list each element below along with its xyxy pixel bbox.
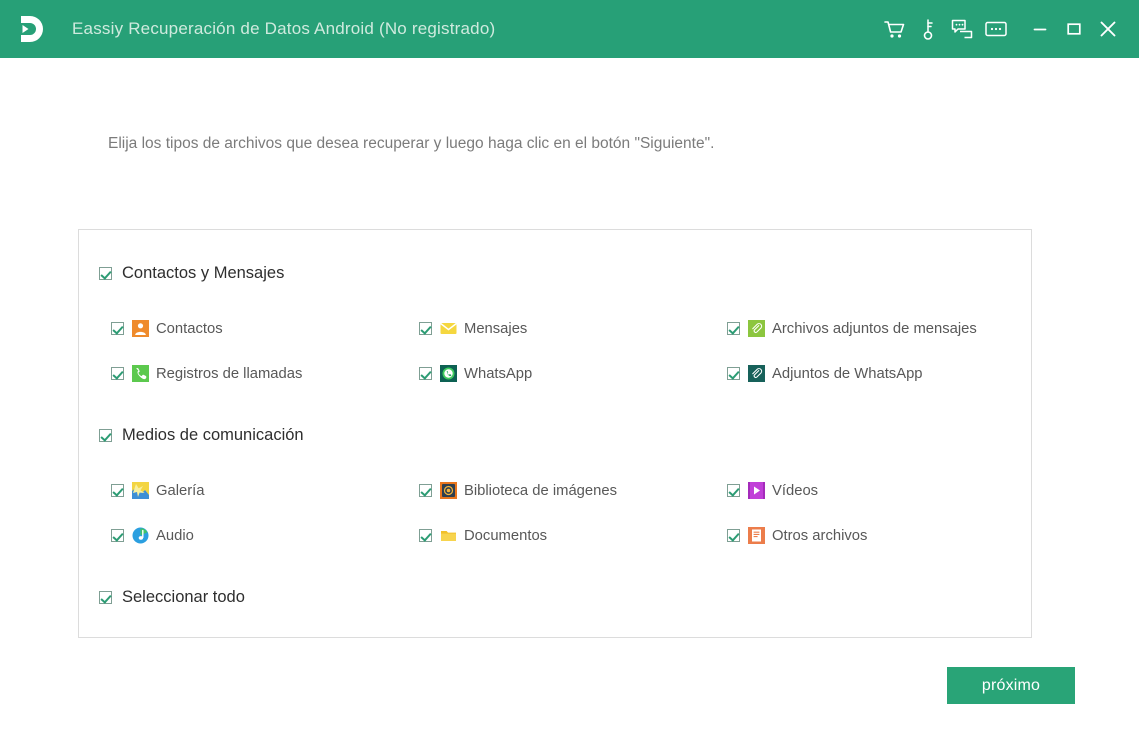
item-label-documents: Documentos [464, 527, 548, 544]
group-checkbox-contacts-and-messages[interactable] [99, 267, 112, 280]
item-label-message-attachments: Archivos adjuntos de mensajes [772, 320, 977, 337]
more-button[interactable] [979, 9, 1013, 49]
cart-icon [883, 20, 905, 39]
item-label-picture-library: Biblioteca de imágenes [464, 482, 617, 499]
checkbox-contacts[interactable] [111, 322, 124, 335]
item-label-whatsapp: WhatsApp [464, 365, 533, 382]
group-label-media: Medios de comunicación [122, 426, 304, 444]
item-label-gallery: Galería [156, 482, 205, 499]
document-icon [748, 527, 765, 544]
item-label-call-logs: Registros de llamadas [156, 365, 303, 382]
whatsapp-icon [440, 365, 457, 382]
photo-lib-icon [440, 482, 457, 499]
group-header-contacts-and-messages[interactable]: Contactos y Mensajes [99, 264, 284, 283]
key-button[interactable] [911, 9, 945, 49]
item-documents[interactable]: Documentos [419, 527, 547, 544]
item-audio[interactable]: Audio [111, 527, 194, 544]
app-title: Eassiy Recuperación de Datos Android (No… [72, 19, 496, 38]
item-videos[interactable]: Vídeos [727, 482, 818, 499]
close-button[interactable] [1091, 9, 1125, 49]
checkbox-whatsapp[interactable] [419, 367, 432, 380]
checkbox-gallery[interactable] [111, 484, 124, 497]
feedback-button[interactable] [945, 9, 979, 49]
file-type-panel: Contactos y Mensajes Contactos Mensajes … [78, 229, 1032, 638]
group-checkbox-media[interactable] [99, 429, 112, 442]
eassiy-logo-icon [13, 12, 47, 46]
checkbox-message-attachments[interactable] [727, 322, 740, 335]
item-whatsapp[interactable]: WhatsApp [419, 365, 532, 382]
gallery-icon [132, 482, 149, 499]
instruction-text: Elija los tipos de archivos que desea re… [108, 135, 715, 152]
checkbox-documents[interactable] [419, 529, 432, 542]
item-label-audio: Audio [156, 527, 194, 544]
minimize-button[interactable] [1023, 9, 1057, 49]
key-icon [920, 18, 936, 40]
item-label-contacts: Contactos [156, 320, 223, 337]
checkbox-other-files[interactable] [727, 529, 740, 542]
item-picture-library[interactable]: Biblioteca de imágenes [419, 482, 617, 499]
select-all-checkbox[interactable] [99, 591, 112, 604]
item-call-logs[interactable]: Registros de llamadas [111, 365, 302, 382]
item-label-messages: Mensajes [464, 320, 528, 337]
paperclip-green-icon [748, 320, 765, 337]
group-header-media[interactable]: Medios de comunicación [99, 426, 304, 445]
item-whatsapp-attachments[interactable]: Adjuntos de WhatsApp [727, 365, 923, 382]
item-label-other-files: Otros archivos [772, 527, 868, 544]
more-icon [985, 20, 1007, 38]
phone-icon [132, 365, 149, 382]
item-label-videos: Vídeos [772, 482, 819, 499]
checkbox-messages[interactable] [419, 322, 432, 335]
main-content: Elija los tipos de archivos que desea re… [0, 58, 1139, 729]
maximize-icon [1066, 22, 1082, 36]
item-label-whatsapp-attachments: Adjuntos de WhatsApp [772, 365, 923, 382]
folder-icon [440, 527, 457, 544]
checkbox-videos[interactable] [727, 484, 740, 497]
close-icon [1098, 19, 1118, 39]
checkbox-picture-library[interactable] [419, 484, 432, 497]
envelope-icon [440, 320, 457, 337]
item-gallery[interactable]: Galería [111, 482, 205, 499]
contact-icon [132, 320, 149, 337]
title-bar: Eassiy Recuperación de Datos Android (No… [0, 0, 1139, 58]
audio-icon [132, 527, 149, 544]
maximize-button[interactable] [1057, 9, 1091, 49]
video-icon [748, 482, 765, 499]
checkbox-audio[interactable] [111, 529, 124, 542]
item-other-files[interactable]: Otros archivos [727, 527, 867, 544]
group-label-contacts-and-messages: Contactos y Mensajes [122, 264, 285, 282]
minimize-icon [1032, 23, 1048, 35]
checkbox-whatsapp-attachments[interactable] [727, 367, 740, 380]
item-messages[interactable]: Mensajes [419, 320, 527, 337]
next-button[interactable]: próximo [947, 667, 1075, 704]
app-logo [0, 0, 60, 58]
titlebar-icons [877, 9, 1125, 49]
checkbox-call-logs[interactable] [111, 367, 124, 380]
paperclip-teal-icon [748, 365, 765, 382]
select-all-row[interactable]: Seleccionar todo [99, 588, 245, 607]
feedback-icon [951, 19, 973, 39]
cart-button[interactable] [877, 9, 911, 49]
select-all-label: Seleccionar todo [122, 588, 245, 606]
item-message-attachments[interactable]: Archivos adjuntos de mensajes [727, 320, 977, 337]
item-contacts[interactable]: Contactos [111, 320, 223, 337]
